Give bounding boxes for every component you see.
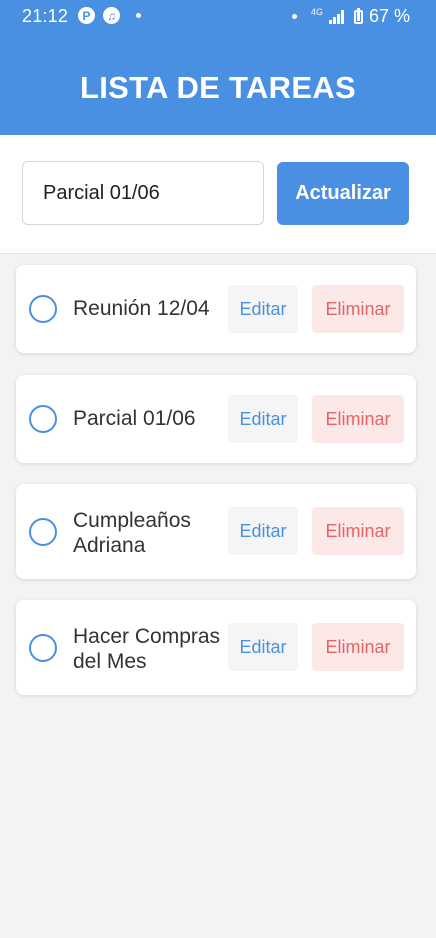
- task-text: Cumpleaños Adriana: [73, 509, 191, 557]
- task-text: Hacer Compras del Mes: [73, 625, 221, 673]
- task-input[interactable]: [22, 161, 264, 225]
- app-header: 21:12 P ♫ 4G 67 % LISTA DE TAREAS: [0, 0, 436, 135]
- delete-button[interactable]: Eliminar: [312, 623, 404, 671]
- edit-button[interactable]: Editar: [228, 285, 298, 333]
- delete-button[interactable]: Eliminar: [312, 285, 404, 333]
- edit-button[interactable]: Editar: [228, 395, 298, 443]
- task-editor: Actualizar: [0, 135, 436, 254]
- task-item: Reunión 12/04 Editar Eliminar: [16, 265, 416, 353]
- task-checkbox-icon[interactable]: [29, 405, 57, 433]
- signal-icon: [328, 9, 344, 24]
- task-checkbox-icon[interactable]: [29, 518, 57, 546]
- task-checkbox-icon[interactable]: [29, 295, 57, 323]
- update-button[interactable]: Actualizar: [277, 162, 409, 225]
- notification-dot-icon: [291, 14, 297, 19]
- status-bar: 21:12 P ♫ 4G 67 %: [0, 0, 436, 32]
- task-checkbox-icon[interactable]: [29, 634, 57, 662]
- battery-percentage: 67 %: [368, 6, 410, 26]
- p-app-icon: P: [78, 7, 95, 24]
- delete-button[interactable]: Eliminar: [312, 507, 404, 555]
- status-time: 21:12: [22, 6, 69, 26]
- status-icons-left: P ♫: [78, 7, 141, 24]
- status-icons-right: 4G 67 %: [291, 6, 410, 27]
- network-type-label: 4G: [310, 7, 323, 17]
- page-title: LISTA DE TAREAS: [79, 70, 357, 105]
- edit-button[interactable]: Editar: [228, 623, 298, 671]
- delete-button[interactable]: Eliminar: [312, 395, 404, 443]
- task-item: Parcial 01/06 Editar Eliminar: [16, 375, 416, 463]
- task-item: Hacer Compras del Mes Editar Eliminar: [16, 600, 416, 695]
- notification-dot-icon: [136, 13, 141, 18]
- edit-button[interactable]: Editar: [228, 507, 298, 555]
- music-app-icon: ♫: [103, 7, 120, 24]
- task-item: Cumpleaños Adriana Editar Eliminar: [16, 484, 416, 579]
- task-text: Reunión 12/04: [73, 297, 210, 320]
- battery-icon: [353, 7, 363, 24]
- task-text: Parcial 01/06: [73, 407, 196, 430]
